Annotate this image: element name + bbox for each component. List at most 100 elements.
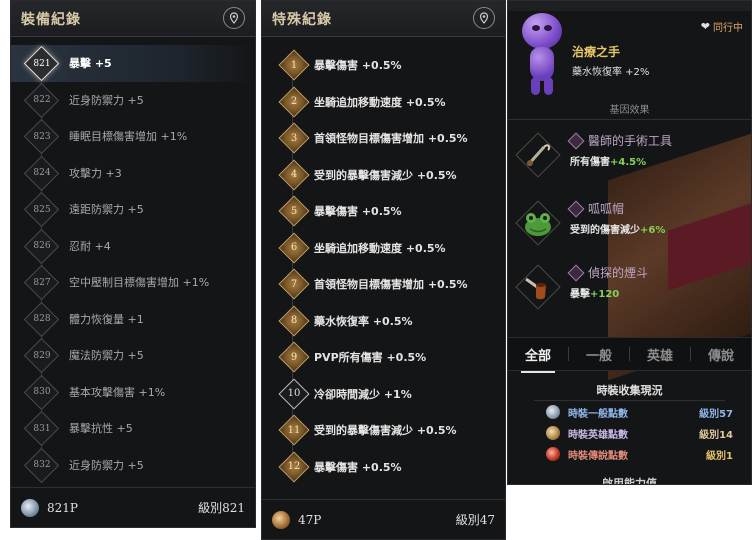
- record-row[interactable]: 824 攻擊力 +3: [11, 155, 255, 192]
- costume-item[interactable]: 偵探的煙斗 暴擊+120: [508, 255, 751, 315]
- record-number: 3: [290, 132, 298, 144]
- record-row[interactable]: 823 睡眠目標傷害增加 +1%: [11, 118, 255, 155]
- record-row[interactable]: 826 忍耐 +4: [11, 228, 255, 265]
- record-number: 5: [290, 205, 298, 217]
- record-number: 6: [290, 242, 298, 253]
- costume-item[interactable]: 醫師的手術工具 所有傷害+4.5%: [508, 123, 751, 183]
- record-number: 12: [287, 461, 301, 472]
- special-record-panel: 特殊紀錄 1 暴擊傷害 +0.5% 2 坐騎追加移動速度 +0.5% 3 首領怪物目標…: [261, 0, 506, 540]
- record-row[interactable]: 827 空中壓制目標傷害增加 +1%: [11, 264, 255, 301]
- record-row[interactable]: 5 暴擊傷害 +0.5%: [262, 193, 505, 230]
- costume-item-name: 呱呱帽: [588, 202, 625, 216]
- record-number: 822: [33, 95, 51, 105]
- record-row[interactable]: 8 藥水恢復率 +0.5%: [262, 303, 505, 340]
- record-number: 10: [287, 388, 301, 399]
- record-row[interactable]: 829 魔法防禦力 +5: [11, 337, 255, 374]
- accompany-label: 同行中: [713, 23, 743, 34]
- accompany-status: ❤ 同行中: [701, 19, 743, 34]
- tab-hero[interactable]: 英雄: [630, 345, 690, 364]
- record-row[interactable]: 832 近身防禦力 +5: [11, 447, 255, 484]
- record-row[interactable]: 9 PVP所有傷害 +0.5%: [262, 339, 505, 376]
- record-number: 824: [33, 168, 51, 178]
- record-number: 9: [290, 351, 298, 363]
- tab-normal[interactable]: 一般: [569, 345, 629, 364]
- companion-effect: 藥水恢復率 +2%: [572, 67, 650, 78]
- record-label: 遠距防禦力 +5: [69, 203, 144, 217]
- activated-stats-heading: 啟用能力值: [602, 477, 657, 485]
- special-record-footer: 47P 級別47: [262, 499, 505, 539]
- costume-item-name: 醫師的手術工具: [588, 134, 673, 148]
- record-number: 827: [33, 277, 51, 288]
- collection-row: 時裝英雄點數 級別14: [546, 424, 733, 442]
- costume-item-stat: 受到的傷害減少+6%: [570, 225, 666, 236]
- record-label: 魔法防禦力 +5: [69, 349, 144, 363]
- special-record-list: 1 暴擊傷害 +0.5% 2 坐騎追加移動速度 +0.5% 3 首領怪物目標傷害增加 …: [262, 47, 505, 485]
- equipment-record-panel: 裝備紀錄 821 暴擊 +5 822 近身防禦力 +5 823 睡眠目標傷害增加 +1…: [10, 0, 256, 528]
- tab-all[interactable]: 全部: [508, 345, 568, 373]
- record-row[interactable]: 2 坐騎追加移動速度 +0.5%: [262, 84, 505, 121]
- record-number: 830: [33, 387, 51, 397]
- record-number: 821: [33, 58, 51, 69]
- record-row[interactable]: 6 坐騎追加移動速度 +0.5%: [262, 230, 505, 267]
- equipment-points: 821P: [47, 500, 78, 515]
- record-number: 823: [33, 131, 51, 142]
- tab-legend[interactable]: 傳說: [691, 345, 751, 364]
- purple-creature-icon: [520, 11, 564, 99]
- costume-panel: 治療之手 藥水恢復率 +2% ❤ 同行中 基因效果 醫師的手術工具 所有傷害+4…: [507, 0, 752, 485]
- record-number: 7: [290, 278, 298, 290]
- record-row[interactable]: 11 受到的暴擊傷害減少 +0.5%: [262, 412, 505, 449]
- costume-item-stat: 所有傷害+4.5%: [570, 157, 647, 168]
- collection-label: 時裝傳說點數: [568, 450, 628, 462]
- record-row[interactable]: 4 受到的暴擊傷害減少 +0.5%: [262, 157, 505, 194]
- record-label: 坐騎追加移動速度 +0.5%: [314, 241, 446, 255]
- record-row[interactable]: 7 首領怪物目標傷害增加 +0.5%: [262, 266, 505, 303]
- equipment-level: 級別821: [198, 501, 245, 515]
- collection-label: 時裝英雄點數: [568, 429, 628, 441]
- companion-card[interactable]: 治療之手 藥水恢復率 +2% ❤ 同行中: [508, 11, 751, 95]
- section-divider: [508, 119, 751, 120]
- record-row[interactable]: 821 暴擊 +5: [11, 45, 255, 82]
- rank-diamond-icon: [567, 264, 585, 282]
- record-label: 忍耐 +4: [69, 239, 111, 253]
- special-record-title: 特殊紀錄: [272, 11, 332, 28]
- grade-tabs: 全部 一般 英雄 傳說: [508, 337, 751, 373]
- record-number: 828: [33, 314, 51, 324]
- rank-diamond-icon: [567, 132, 585, 150]
- record-number: 832: [33, 460, 51, 470]
- record-number: 2: [290, 96, 298, 107]
- record-row[interactable]: 822 近身防禦力 +5: [11, 82, 255, 119]
- collection-value: 級別14: [699, 429, 733, 441]
- record-number: 829: [33, 350, 51, 361]
- record-label: 空中壓制目標傷害增加 +1%: [69, 276, 210, 290]
- record-label: PVP所有傷害 +0.5%: [314, 351, 427, 365]
- record-row[interactable]: 828 體力恢復量 +1: [11, 301, 255, 338]
- record-label: 藥水恢復率 +0.5%: [314, 314, 413, 328]
- silver-point-icon: [21, 498, 39, 517]
- record-row[interactable]: 831 暴擊抗性 +5: [11, 410, 255, 447]
- record-label: 首領怪物目標傷害增加 +0.5%: [314, 278, 468, 292]
- record-row[interactable]: 830 基本攻擊傷害 +1%: [11, 374, 255, 411]
- collection-row: 時裝一般點數 級別57: [546, 403, 733, 421]
- record-row[interactable]: 1 暴擊傷害 +0.5%: [262, 47, 505, 84]
- record-label: 坐騎追加移動速度 +0.5%: [314, 95, 446, 109]
- record-number: 825: [33, 204, 51, 215]
- record-number: 831: [33, 423, 51, 434]
- location-pin-icon[interactable]: [473, 7, 495, 29]
- record-row[interactable]: 825 遠距防禦力 +5: [11, 191, 255, 228]
- collection-status-title: 時裝收集現況: [596, 384, 663, 397]
- record-row[interactable]: 3 首領怪物目標傷害增加 +0.5%: [262, 120, 505, 157]
- cropped-top-bar: [508, 1, 751, 11]
- record-label: 暴擊抗性 +5: [69, 422, 133, 436]
- record-row[interactable]: 12 暴擊傷害 +0.5%: [262, 449, 505, 486]
- equipment-record-footer: 821P 級別821: [11, 487, 255, 527]
- record-label: 暴擊 +5: [69, 57, 112, 71]
- record-label: 基本攻擊傷害 +1%: [69, 385, 166, 399]
- costume-item[interactable]: 呱呱帽 受到的傷害減少+6%: [508, 191, 751, 251]
- collection-row: 時裝傳說點數 級別1: [546, 445, 733, 463]
- record-row[interactable]: 10 冷卻時間減少 +1%: [262, 376, 505, 413]
- record-label: 體力恢復量 +1: [69, 312, 144, 326]
- collection-value: 級別57: [699, 408, 733, 420]
- legend-grade-icon: [546, 447, 560, 461]
- special-points: 47P: [298, 512, 322, 527]
- location-pin-icon[interactable]: [223, 7, 245, 29]
